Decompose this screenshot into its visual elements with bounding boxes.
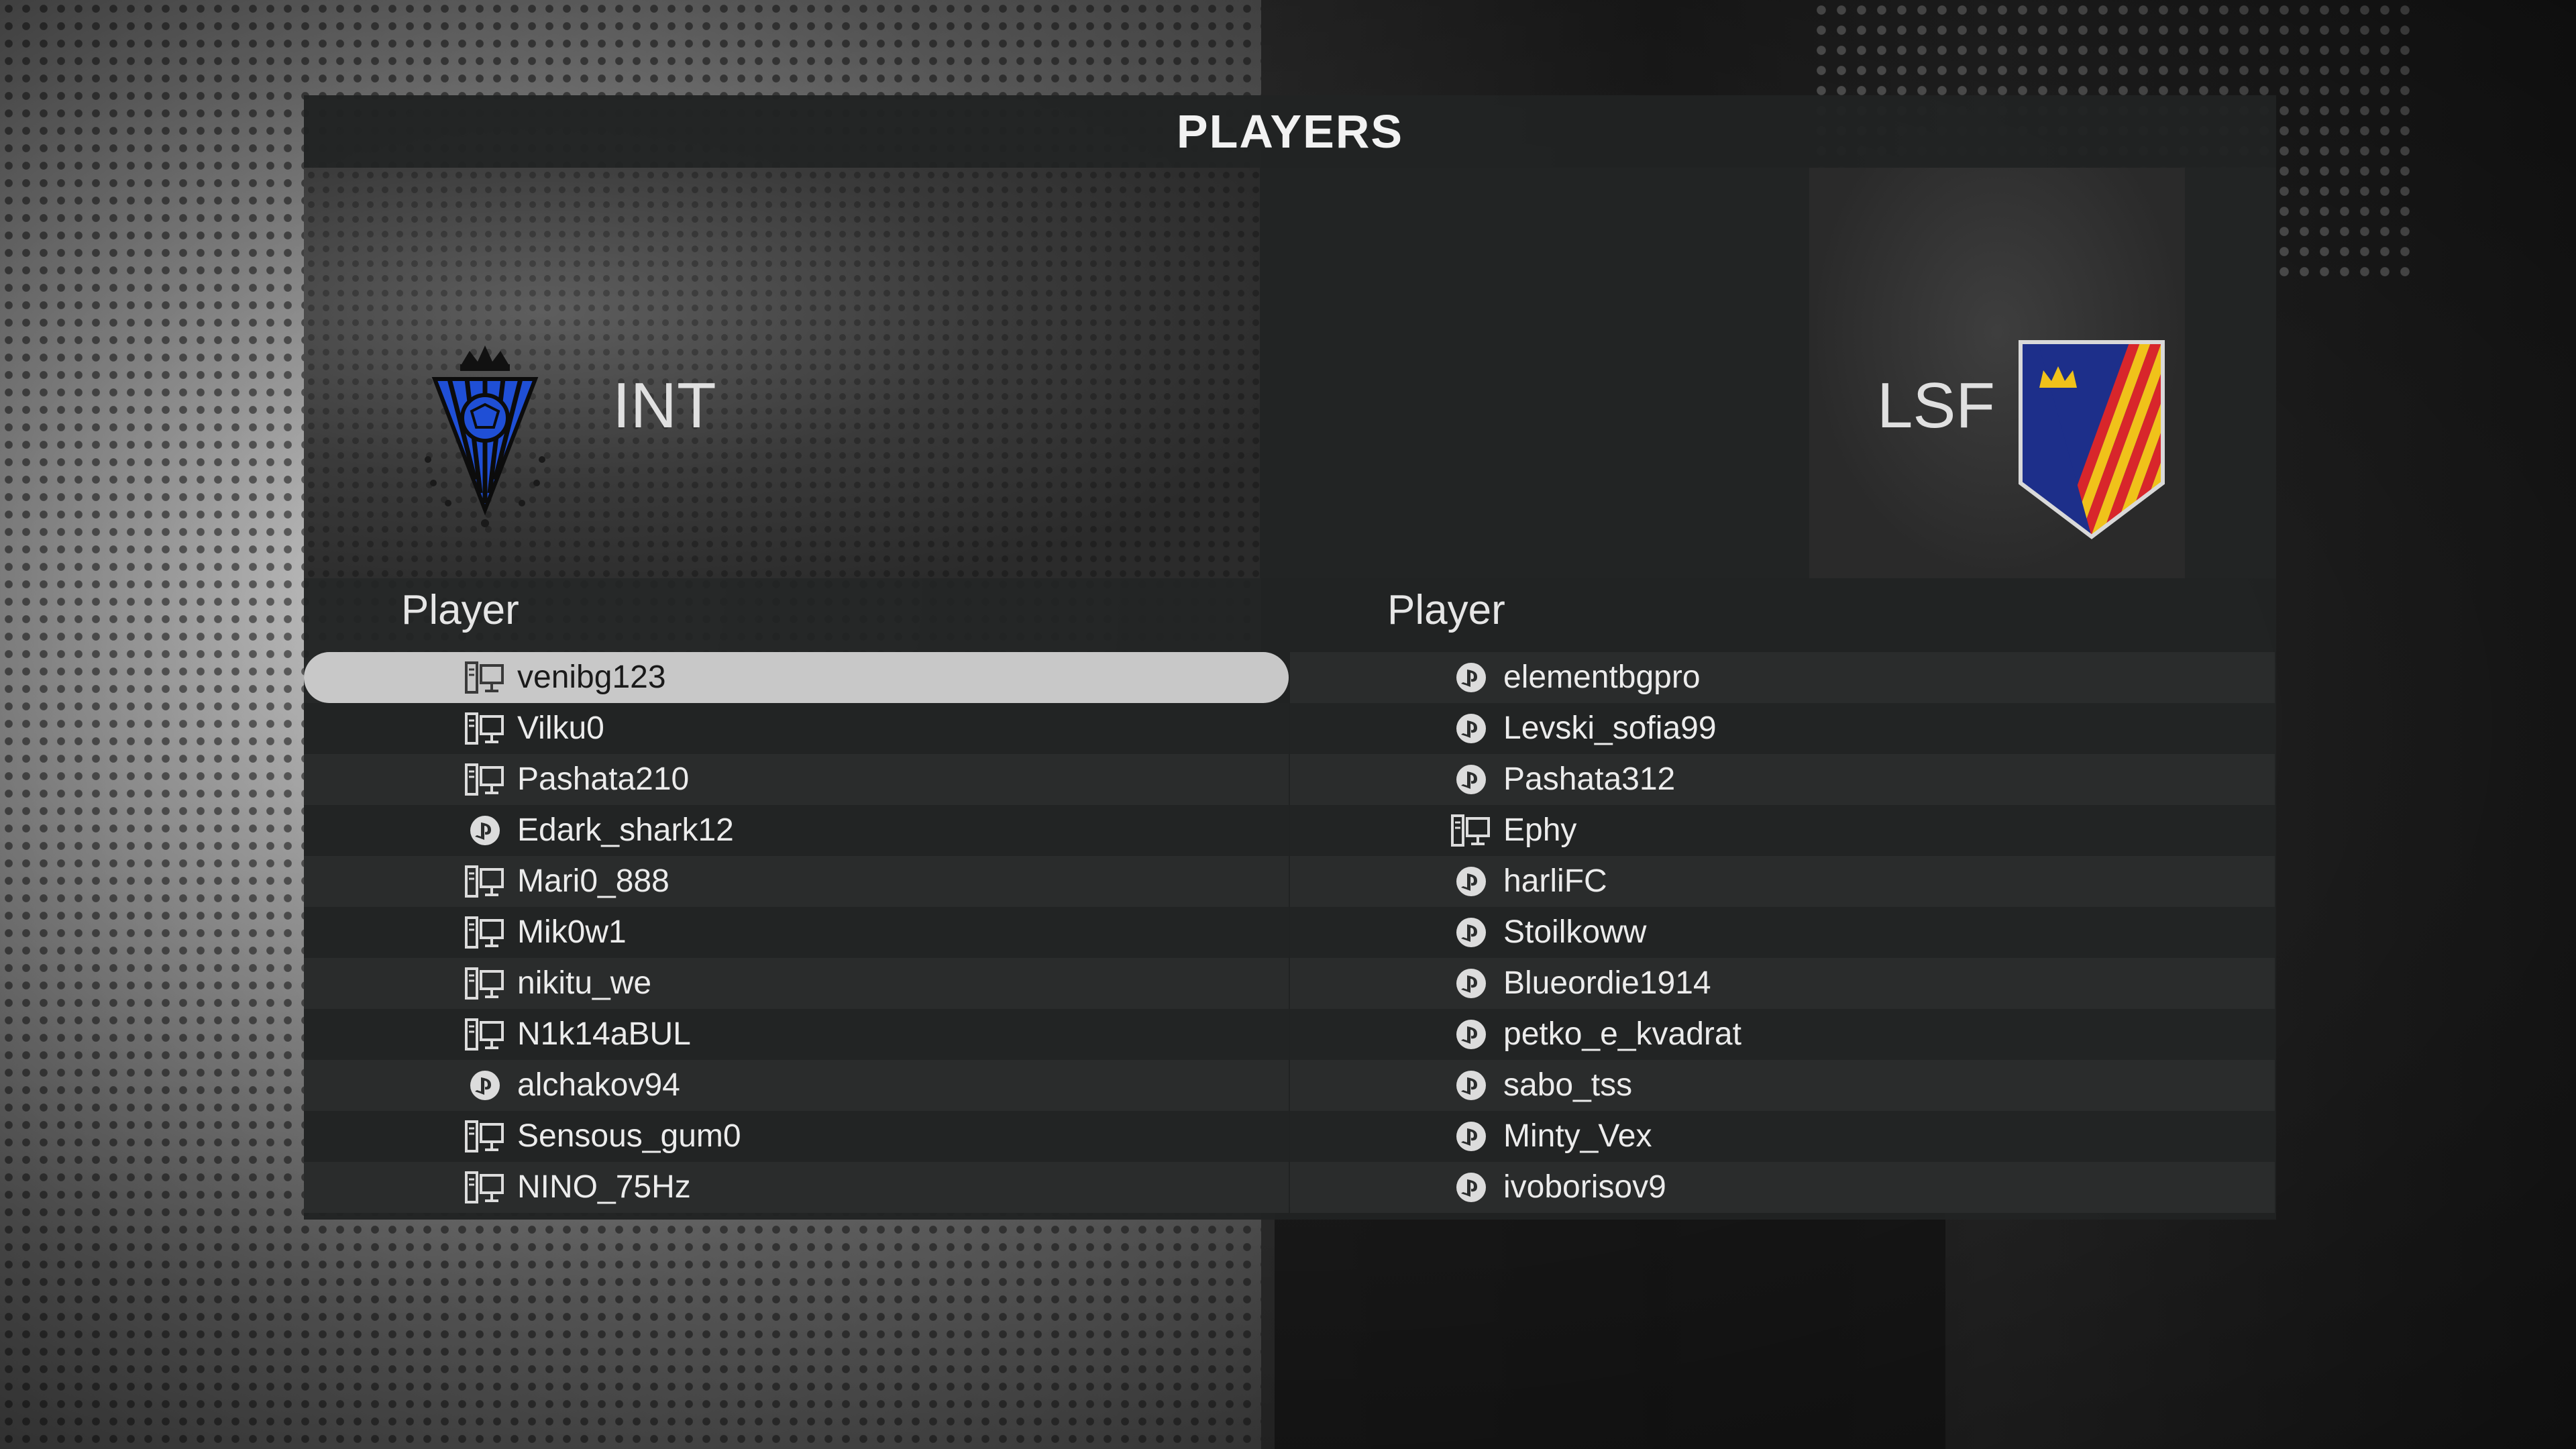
away-team-code: LSF [1877, 370, 1996, 441]
player-name: Mik0w1 [517, 914, 627, 950]
player-name: Stoilkoww [1503, 914, 1647, 950]
home-team-code: INT [612, 370, 716, 441]
player-name: Levski_sofia99 [1503, 710, 1717, 746]
home-player-row[interactable]: NINO_75Hz [304, 1162, 1289, 1213]
playstation-icon [1451, 1069, 1491, 1102]
away-player-row[interactable]: Blueordie1914 [1290, 958, 2275, 1009]
playstation-icon [1451, 865, 1491, 898]
home-player-row[interactable]: Mik0w1 [304, 907, 1289, 958]
home-player-row[interactable]: alchakov94 [304, 1060, 1289, 1111]
player-name: Pashata312 [1503, 761, 1676, 797]
home-player-row[interactable]: N1k14aBUL [304, 1009, 1289, 1060]
player-name: elementbgpro [1503, 659, 1701, 695]
home-team-crest-icon [425, 345, 545, 527]
home-player-row[interactable]: Edark_shark12 [304, 805, 1289, 856]
player-name: Minty_Vex [1503, 1118, 1652, 1154]
pc-icon [465, 865, 505, 898]
player-name: venibg123 [517, 659, 666, 695]
player-name: Edark_shark12 [517, 812, 734, 848]
away-team-crest-icon [2019, 340, 2165, 539]
playstation-icon [1451, 1018, 1491, 1051]
player-name: Sensous_gum0 [517, 1118, 741, 1154]
home-player-row[interactable]: Pashata210 [304, 754, 1289, 805]
pc-icon [465, 1171, 505, 1203]
page-title: PLAYERS [1176, 105, 1404, 158]
player-name: nikitu_we [517, 965, 652, 1001]
title-bar: PLAYERS [304, 95, 2276, 168]
pc-icon [465, 967, 505, 1000]
player-name: Mari0_888 [517, 863, 669, 899]
playstation-icon [465, 814, 505, 847]
team-header: INT LSF [304, 168, 2276, 578]
home-player-row[interactable]: Mari0_888 [304, 856, 1289, 907]
away-player-row[interactable]: Minty_Vex [1290, 1111, 2275, 1162]
pc-icon [465, 1120, 505, 1152]
players-panel: PLAYERS INT LSF Player Player venibg123 … [304, 95, 2276, 1220]
away-player-row[interactable]: petko_e_kvadrat [1290, 1009, 2275, 1060]
player-name: sabo_tss [1503, 1067, 1633, 1103]
playstation-icon [1451, 661, 1491, 694]
playstation-icon [1451, 712, 1491, 745]
away-player-row[interactable]: Levski_sofia99 [1290, 703, 2275, 754]
playstation-icon [1451, 1120, 1491, 1152]
player-name: NINO_75Hz [517, 1169, 691, 1205]
home-player-row[interactable]: Vilku0 [304, 703, 1289, 754]
away-player-row[interactable]: elementbgpro [1290, 652, 2275, 703]
playstation-icon [1451, 763, 1491, 796]
playstation-icon [1451, 1171, 1491, 1203]
player-name: Blueordie1914 [1503, 965, 1711, 1001]
home-player-list: venibg123 Vilku0 Pashata210 Edark_shark12 Ma… [304, 652, 1289, 1213]
pc-icon [465, 1018, 505, 1051]
player-name: alchakov94 [517, 1067, 680, 1103]
playstation-icon [1451, 967, 1491, 1000]
home-column-header: Player [401, 587, 519, 633]
player-name: petko_e_kvadrat [1503, 1016, 1741, 1052]
home-player-row[interactable]: venibg123 [304, 652, 1289, 703]
player-name: Pashata210 [517, 761, 690, 797]
playstation-icon [465, 1069, 505, 1102]
away-player-row[interactable]: Ephy [1290, 805, 2275, 856]
away-player-list: elementbgpro Levski_sofia99 Pashata312 Ephy… [1290, 652, 2275, 1213]
player-name: harliFC [1503, 863, 1607, 899]
home-player-row[interactable]: Sensous_gum0 [304, 1111, 1289, 1162]
pc-icon [465, 661, 505, 694]
away-player-row[interactable]: ivoborisov9 [1290, 1162, 2275, 1213]
away-player-row[interactable]: Stoilkoww [1290, 907, 2275, 958]
player-name: ivoborisov9 [1503, 1169, 1666, 1205]
away-column-header: Player [1387, 587, 1505, 633]
player-name: Ephy [1503, 812, 1577, 848]
player-name: N1k14aBUL [517, 1016, 691, 1052]
away-player-row[interactable]: Pashata312 [1290, 754, 2275, 805]
pc-icon [465, 712, 505, 745]
pc-icon [1451, 814, 1491, 847]
away-player-row[interactable]: sabo_tss [1290, 1060, 2275, 1111]
home-player-row[interactable]: nikitu_we [304, 958, 1289, 1009]
away-player-row[interactable]: harliFC [1290, 856, 2275, 907]
pc-icon [465, 763, 505, 796]
player-name: Vilku0 [517, 710, 604, 746]
playstation-icon [1451, 916, 1491, 949]
pc-icon [465, 916, 505, 949]
